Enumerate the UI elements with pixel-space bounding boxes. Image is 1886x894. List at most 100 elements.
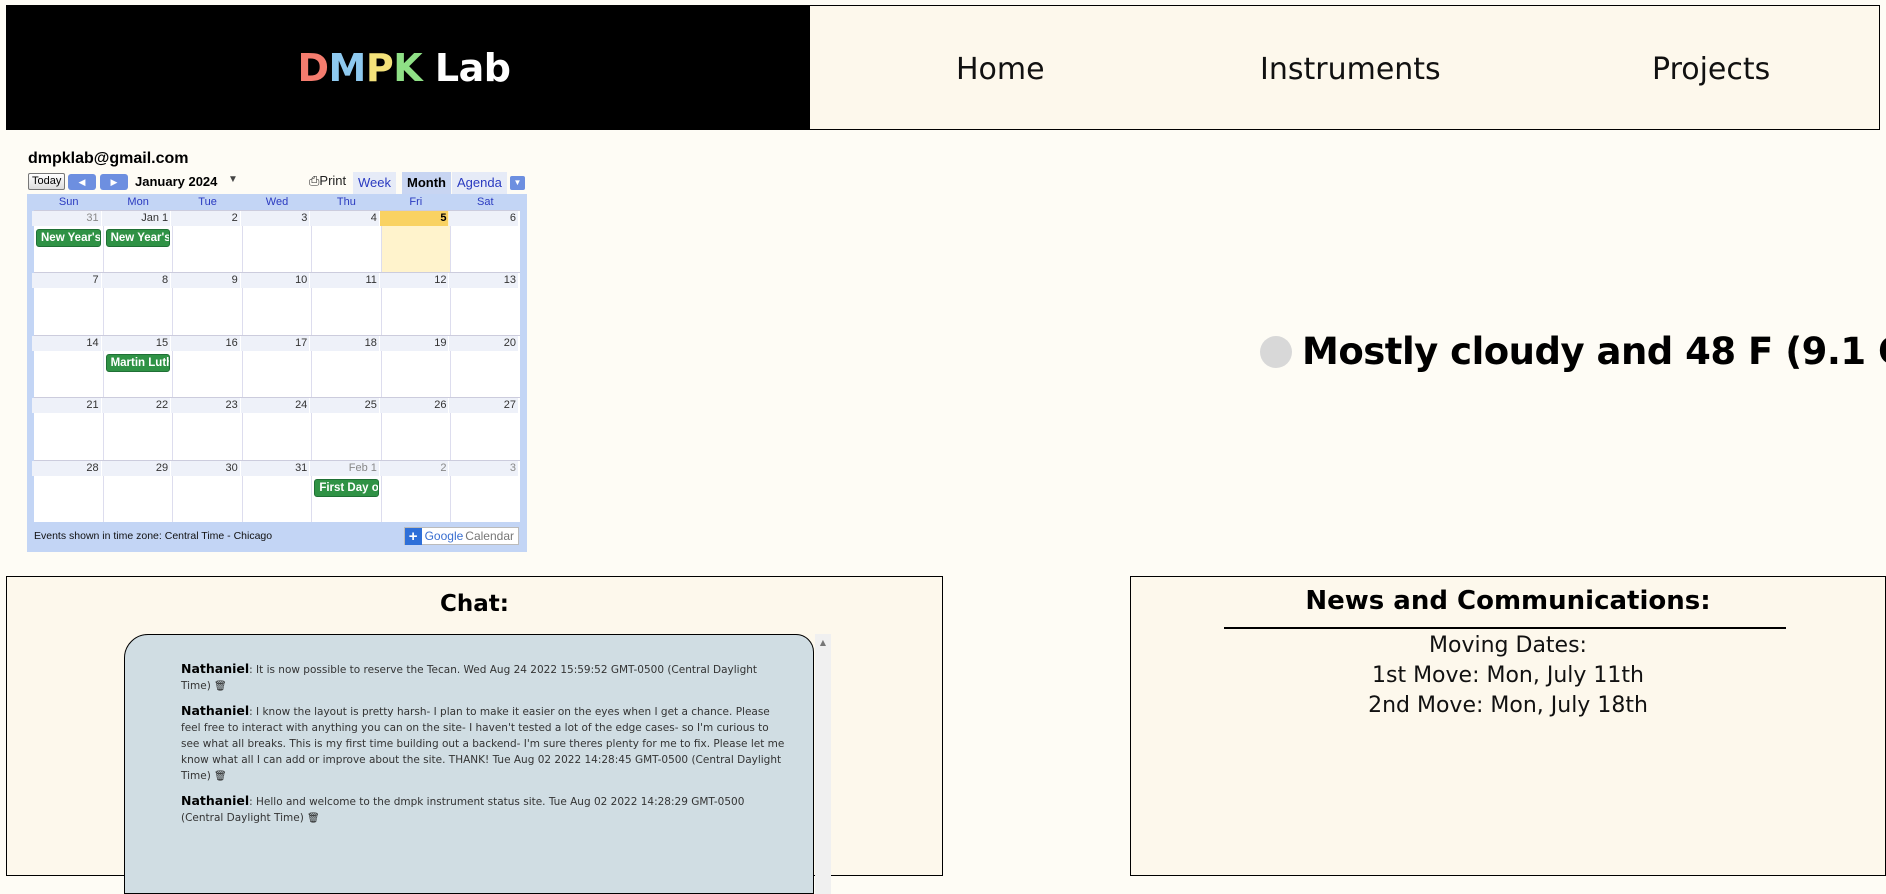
calendar-day-today[interactable]: 5: [379, 211, 451, 273]
news-title: News and Communications:: [1305, 586, 1711, 616]
calendar-day-cell[interactable]: 7: [32, 273, 103, 335]
calendar-day-cell[interactable]: 2: [379, 460, 451, 522]
trash-icon[interactable]: 🗑: [211, 771, 227, 782]
calendar-day-cell[interactable]: 27: [449, 398, 521, 460]
calendar-day-cell[interactable]: 16: [171, 335, 242, 398]
calendar-event-chip[interactable]: New Year's Day: [36, 229, 101, 247]
brand-letter: D: [297, 45, 330, 90]
next-month-button[interactable]: ▶: [100, 174, 128, 190]
calendar-event-chip[interactable]: First Day of Black History Month: [314, 478, 379, 497]
calendar-week-row: 7 8 9 10 11 12 13: [32, 272, 521, 335]
chat-message: Nathaniel: I know the layout is pretty h…: [181, 703, 785, 785]
weekday-label: Sat: [476, 196, 494, 208]
calendar-event-chip[interactable]: New Year's Day: [105, 229, 171, 247]
calendar-day-cell[interactable]: 4: [310, 211, 381, 273]
calendar-owner: dmpklab@gmail.com: [28, 150, 189, 167]
calendar-week-row: 1415 Martin Luther King Jr. Day1617181920: [32, 334, 521, 398]
calendar-wordmark: Calendar: [465, 529, 514, 543]
day-number: 13: [449, 273, 519, 289]
trash-icon[interactable]: 🗑: [211, 681, 227, 692]
calendar-day-cell[interactable]: 22: [101, 398, 173, 460]
today-button[interactable]: Today: [28, 173, 66, 190]
calendar-day-cell[interactable]: 2: [171, 211, 242, 273]
brand-letter: P: [365, 45, 394, 90]
day-number: 28: [32, 460, 101, 476]
calendar-day-cell[interactable]: 12: [379, 273, 451, 335]
chat-author: Nathaniel: [181, 703, 250, 718]
chat-panel: Chat: Nathaniel: It is now possible to r…: [6, 576, 943, 894]
day-number: 20: [449, 335, 519, 351]
calendar-day-cell[interactable]: 26: [379, 398, 451, 460]
calendar-event-chip[interactable]: Martin Luther King Jr. Day: [105, 353, 171, 372]
caret-down-icon: ▼: [228, 174, 238, 185]
arrow-left-icon: ◀: [78, 177, 86, 187]
calendar-day-cell[interactable]: 29: [101, 460, 173, 522]
arrow-right-icon: ▶: [110, 177, 118, 187]
calendar-day-cell[interactable]: 18: [310, 335, 381, 398]
calendar-day-cell[interactable]: 11: [310, 273, 381, 335]
tab-month[interactable]: Month: [402, 172, 451, 194]
brand-block: DMPK Lab: [6, 5, 810, 130]
day-number: 31: [240, 460, 310, 476]
day-number: 11: [310, 273, 379, 289]
day-number: 3: [240, 211, 310, 226]
calendar-day-cell[interactable]: 23: [171, 398, 242, 460]
prev-month-button[interactable]: ◀: [68, 174, 96, 190]
month-picker-dropdown[interactable]: ▼: [228, 174, 238, 185]
calendar-day-cell[interactable]: 25: [310, 398, 381, 460]
calendar-day-cell[interactable]: 3: [449, 460, 521, 522]
calendar-day-cell[interactable]: 14: [32, 335, 103, 398]
tabs-dropdown[interactable]: ▼: [510, 176, 525, 190]
day-number: 9: [171, 273, 240, 289]
news-content: Moving Dates: 1st Move: Mon, July 11th 2…: [1131, 631, 1885, 721]
calendar-day-cell[interactable]: 17: [240, 335, 312, 398]
scroll-up-icon: ▲: [819, 638, 827, 647]
day-number: 30: [171, 460, 240, 476]
calendar-day-cell[interactable]: 9: [171, 273, 242, 335]
chat-messages[interactable]: Nathaniel: It is now possible to reserve…: [124, 634, 814, 894]
brand-letter: K: [393, 45, 423, 90]
calendar-day-cell[interactable]: 8: [101, 273, 173, 335]
calendar-day-cell[interactable]: Feb 1 First Day of Black History Month: [310, 460, 381, 522]
calendar-day-cell[interactable]: 13: [449, 273, 521, 335]
calendar-day-cell[interactable]: 20: [449, 335, 521, 398]
day-number: Feb 1: [310, 460, 379, 476]
trash-icon[interactable]: 🗑: [304, 813, 320, 824]
print-button[interactable]: ⎙Print: [309, 173, 346, 189]
weekday-label: Thu: [336, 196, 356, 208]
day-number: 18: [310, 335, 379, 351]
calendar-day-cell[interactable]: 31: [240, 460, 312, 522]
calendar-day-cell[interactable]: 6: [449, 211, 521, 273]
calendar-day-cell[interactable]: 30: [171, 460, 242, 522]
plus-icon: +: [404, 527, 422, 545]
calendar-day-cell[interactable]: 31 New Year's Day: [32, 211, 103, 273]
calendar-day-cell[interactable]: 19: [379, 335, 451, 398]
calendar-day-cell[interactable]: 21: [32, 398, 103, 460]
calendar-week-row: 31 New Year's DayJan 1New Year's Day23456: [32, 210, 521, 273]
day-number: 19: [379, 335, 449, 351]
day-number: 8: [101, 273, 171, 289]
nav-instruments-link[interactable]: Instruments: [1260, 52, 1441, 87]
tab-week[interactable]: Week: [353, 172, 396, 194]
nav-home-link[interactable]: Home: [956, 52, 1045, 87]
day-number: 2: [379, 460, 449, 476]
tab-agenda[interactable]: Agenda: [452, 172, 507, 194]
day-number: 31: [32, 211, 101, 226]
calendar-day-cell[interactable]: 3: [240, 211, 312, 273]
nav-projects-link[interactable]: Projects: [1652, 52, 1770, 87]
chat-scrollbar[interactable]: ▲: [815, 634, 831, 894]
day-number: 14: [32, 335, 101, 351]
timezone-note: Events shown in time zone: Central Time …: [34, 530, 273, 542]
calendar-day-cell[interactable]: Jan 1 New Year's Day: [101, 211, 173, 273]
news-panel: News and Communications: Moving Dates: 1…: [1130, 576, 1886, 876]
weekday-label: Tue: [198, 196, 217, 208]
calendar-day-cell[interactable]: 24: [240, 398, 312, 460]
calendar-day-cell[interactable]: 28: [32, 460, 103, 522]
google-calendar-badge[interactable]: + Google Calendar: [403, 527, 519, 545]
weekday-label: Sun: [58, 196, 79, 208]
day-number: 17: [240, 335, 310, 351]
main-nav: Home Instruments Projects: [810, 5, 1880, 130]
calendar-day-cell[interactable]: 15 Martin Luther King Jr. Day: [101, 335, 173, 398]
site-logo-title[interactable]: DMPK Lab: [298, 46, 511, 90]
calendar-day-cell[interactable]: 10: [240, 273, 312, 335]
